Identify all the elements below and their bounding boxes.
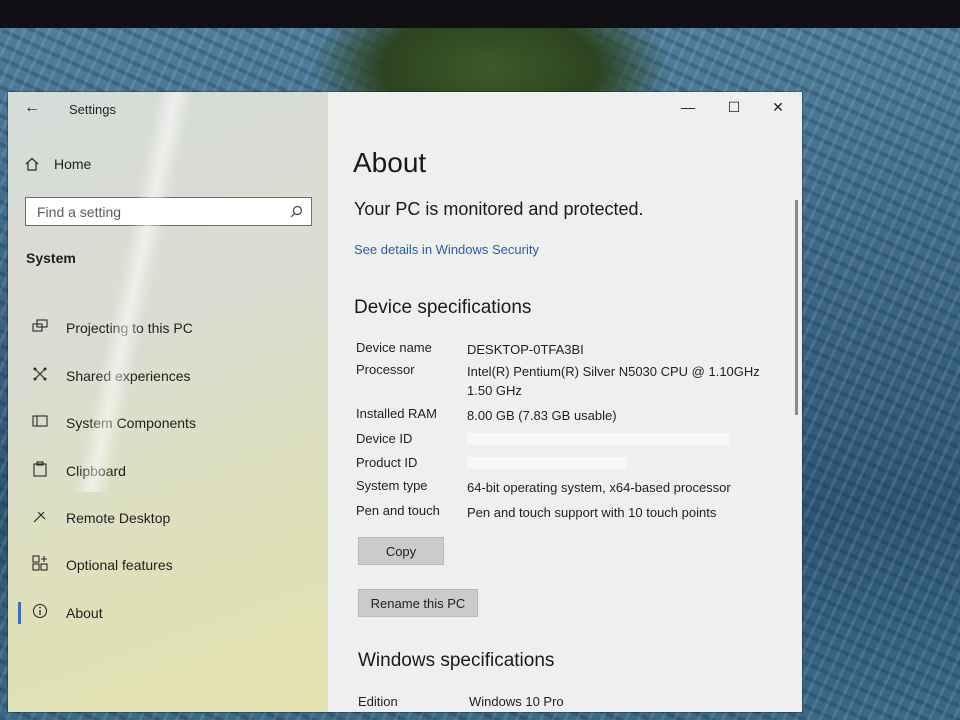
spec-value-redacted	[467, 431, 796, 450]
sidebar-item-optional-features[interactable]: Optional features	[8, 545, 328, 585]
spec-key: System type	[356, 478, 428, 493]
windows-spec-heading: Windows specifications	[358, 650, 555, 671]
spec-key: Device ID	[356, 431, 413, 446]
clipboard-icon	[28, 461, 52, 481]
sidebar-item-about[interactable]: About	[8, 593, 328, 633]
spec-row-edition: Edition Windows 10 Pro	[358, 694, 758, 709]
info-icon	[28, 603, 52, 623]
sidebar-item-label: About	[66, 605, 103, 621]
rename-pc-button[interactable]: Rename this PC	[358, 589, 478, 617]
processor-name: Intel(R) Pentium(R) Silver N5030 CPU @ 1…	[467, 364, 760, 379]
sidebar-item-label: Projecting to this PC	[66, 320, 193, 336]
spec-key: Processor	[356, 362, 415, 377]
spec-row-device-name: Device name DESKTOP-0TFA3BI	[356, 340, 796, 359]
sidebar-item-label: Shared experiences	[66, 368, 191, 384]
page-title: About	[353, 147, 427, 178]
redacted-value	[467, 433, 729, 445]
maximize-icon: ☐	[727, 99, 741, 115]
shared-experiences-icon	[28, 366, 52, 386]
sidebar-item-system-components[interactable]: System Components	[8, 403, 328, 443]
sidebar-item-clipboard[interactable]: Clipboard	[8, 451, 328, 491]
spec-value: 64-bit operating system, x64-based proce…	[467, 480, 731, 495]
maximize-button[interactable]: ☐	[716, 96, 752, 118]
sidebar-item-label: System Components	[66, 415, 196, 431]
spec-value: DESKTOP-0TFA3BI	[467, 342, 584, 357]
optional-features-icon	[28, 555, 52, 575]
spec-row-device-id: Device ID	[356, 431, 796, 450]
spec-key: Edition	[358, 694, 398, 709]
minimize-icon: —	[681, 99, 695, 115]
redacted-value	[467, 457, 627, 469]
about-content-pane: — ☐ ✕ About Your PC is monitored and pro…	[328, 92, 802, 712]
spec-key: Device name	[356, 340, 432, 355]
spec-key: Pen and touch	[356, 503, 440, 518]
nav-section-label: System	[26, 250, 76, 266]
spec-value: 8.00 GB (7.83 GB usable)	[467, 408, 617, 423]
spec-row-system-type: System type 64-bit operating system, x64…	[356, 478, 796, 497]
spec-key: Product ID	[356, 455, 418, 470]
screen-top-bezel	[0, 0, 960, 28]
home-icon	[25, 157, 39, 171]
nav-home-label: Home	[54, 156, 92, 172]
search-box[interactable]	[25, 197, 312, 226]
spec-value-redacted	[467, 455, 796, 474]
spec-row-processor: Processor Intel(R) Pentium(R) Silver N50…	[356, 362, 796, 400]
nav-home[interactable]: Home	[24, 156, 91, 172]
window-title: Settings	[69, 102, 116, 117]
processor-speed: 1.50 GHz	[467, 383, 522, 398]
sidebar-item-remote-desktop[interactable]: Remote Desktop	[8, 498, 328, 538]
settings-nav-pane: ← Settings Home System Projecting to thi…	[8, 92, 328, 712]
spec-value: Pen and touch support with 10 touch poin…	[467, 505, 717, 520]
windows-security-link[interactable]: See details in Windows Security	[354, 242, 539, 257]
sidebar-item-shared-experiences[interactable]: Shared experiences	[8, 356, 328, 396]
close-icon: ✕	[772, 99, 784, 115]
search-input[interactable]	[37, 203, 267, 220]
remote-desktop-icon	[28, 508, 52, 528]
back-arrow-icon: ←	[24, 99, 40, 116]
spec-value: Intel(R) Pentium(R) Silver N5030 CPU @ 1…	[467, 362, 796, 400]
copy-button[interactable]: Copy	[358, 537, 444, 565]
search-icon	[290, 205, 303, 218]
settings-window: ← Settings Home System Projecting to thi…	[8, 92, 802, 712]
spec-key: Installed RAM	[356, 406, 437, 421]
close-button[interactable]: ✕	[760, 96, 796, 118]
system-components-icon	[28, 414, 52, 432]
scrollbar[interactable]	[795, 200, 798, 415]
spec-value: Windows 10 Pro	[469, 694, 564, 709]
projector-icon	[28, 319, 52, 337]
sidebar-item-label: Clipboard	[66, 463, 126, 479]
minimize-button[interactable]: —	[670, 96, 706, 118]
sidebar-item-projecting[interactable]: Projecting to this PC	[8, 308, 328, 348]
sidebar-item-label: Optional features	[66, 557, 173, 573]
sidebar-item-label: Remote Desktop	[66, 510, 171, 526]
protection-status: Your PC is monitored and protected.	[354, 199, 644, 219]
spec-row-pen-touch: Pen and touch Pen and touch support with…	[356, 503, 796, 522]
spec-row-product-id: Product ID	[356, 455, 796, 474]
device-spec-heading: Device specifications	[354, 297, 532, 318]
back-button[interactable]: ←	[22, 98, 42, 118]
spec-row-installed-ram: Installed RAM 8.00 GB (7.83 GB usable)	[356, 406, 796, 425]
